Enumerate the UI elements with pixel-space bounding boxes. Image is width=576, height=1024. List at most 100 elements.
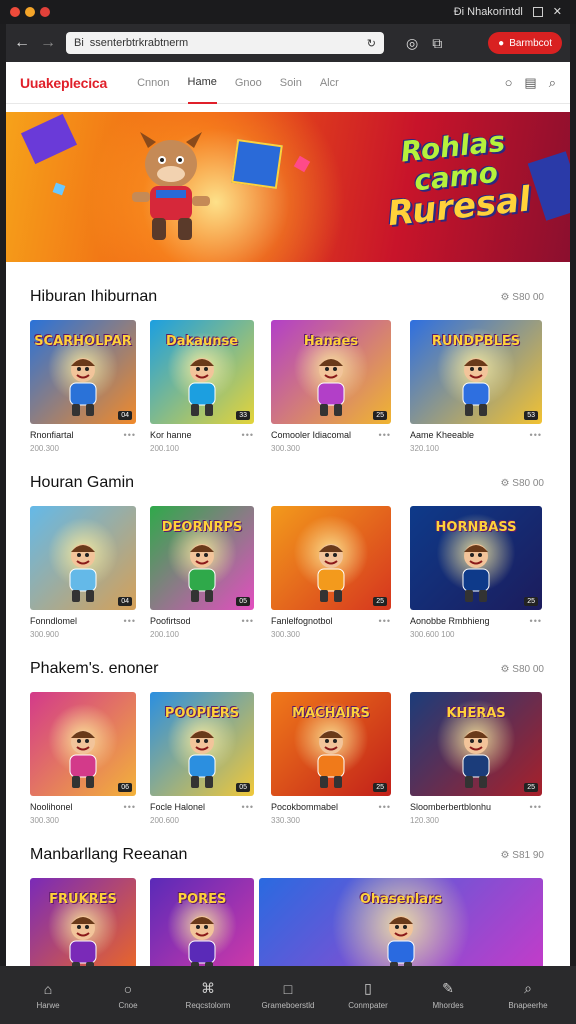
- game-name[interactable]: Focle Halonel: [150, 802, 205, 812]
- more-options-icon[interactable]: •••: [530, 802, 542, 812]
- zoom-window-button[interactable]: [40, 7, 50, 17]
- tile-badge: 06: [118, 783, 132, 792]
- user-icon: ●: [498, 37, 505, 49]
- game-tile[interactable]: RUNDPBLES 53: [410, 320, 542, 424]
- tab-label: Grameboerstld: [261, 1000, 315, 1010]
- nav-link-3[interactable]: Soin: [280, 62, 302, 104]
- reload-icon[interactable]: ↻: [367, 37, 376, 50]
- tile-caption: Aame Kheeable •••: [410, 430, 542, 440]
- tile-art-title: HORNBASS: [435, 520, 517, 535]
- forward-icon[interactable]: →: [40, 34, 56, 52]
- more-options-icon[interactable]: •••: [530, 616, 542, 626]
- section-more-link[interactable]: ⚙ S80 00: [501, 292, 544, 303]
- more-options-icon[interactable]: •••: [379, 802, 391, 812]
- game-name[interactable]: Rnonfiartal: [30, 430, 74, 440]
- nav-link-home[interactable]: Hame: [187, 62, 217, 104]
- section-more-link[interactable]: ⚙ S80 00: [501, 478, 544, 489]
- section-header: Manbarllang Reeanan ⚙ S81 90: [30, 846, 544, 864]
- game-tile[interactable]: Ohasenlars: [259, 878, 543, 966]
- section-title: Hiburan Ihiburnan: [30, 288, 158, 305]
- game-meta: 200.100: [150, 630, 179, 639]
- section-header: Houran Gamin ⚙ S80 00: [30, 474, 544, 492]
- game-name[interactable]: Kor hanne: [150, 430, 192, 440]
- close-window-button[interactable]: [10, 7, 20, 17]
- more-options-icon[interactable]: •••: [124, 616, 136, 626]
- game-name[interactable]: Aonobbe Rmbhieng: [410, 616, 490, 626]
- game-tile[interactable]: MACHAIRS 25: [271, 692, 391, 796]
- site-logo[interactable]: Uuakeplecica: [20, 75, 107, 91]
- game-tile[interactable]: SCARHOLPAR 04: [30, 320, 136, 424]
- game-tile[interactable]: 06: [30, 692, 136, 796]
- tab-label: Reqcstolorm: [185, 1000, 231, 1010]
- tab-games[interactable]: □ Grameboerstld: [260, 966, 316, 1024]
- game-tile[interactable]: PORES: [150, 878, 254, 966]
- square-icon: □: [283, 980, 293, 997]
- more-options-icon[interactable]: •••: [242, 802, 254, 812]
- nav-link-2[interactable]: Gnoo: [235, 62, 262, 104]
- game-name[interactable]: Poofirtsod: [150, 616, 191, 626]
- tile-badge: 25: [373, 597, 387, 606]
- address-bar[interactable]: Bi ssenterbtrkrabtnerm ↻: [66, 32, 384, 54]
- tile-character: [462, 544, 490, 602]
- game-name[interactable]: Pocokbommabel: [271, 802, 338, 812]
- game-tile[interactable]: 04: [30, 506, 136, 610]
- back-icon[interactable]: ←: [14, 34, 30, 52]
- game-tile[interactable]: 25: [271, 506, 391, 610]
- tabs-icon[interactable]: ⧉: [432, 35, 442, 52]
- game-name[interactable]: Comooler Idiacomal: [271, 430, 351, 440]
- more-options-icon[interactable]: •••: [379, 430, 391, 440]
- restore-icon[interactable]: [532, 6, 543, 17]
- game-tile[interactable]: Hanaes 25: [271, 320, 391, 424]
- account-label: Barmbcot: [509, 37, 552, 49]
- account-button[interactable]: ● Barmbcot: [488, 32, 562, 54]
- game-tile[interactable]: HORNBASS 25: [410, 506, 542, 610]
- game-meta: 120.300: [410, 816, 439, 825]
- tile-badge: 04: [118, 597, 132, 606]
- game-tile[interactable]: KHERAS 25: [410, 692, 542, 796]
- nav-link-0[interactable]: Cnnon: [137, 62, 169, 104]
- more-options-icon[interactable]: •••: [530, 430, 542, 440]
- tile-badge: 25: [524, 597, 538, 606]
- more-options-icon[interactable]: •••: [379, 616, 391, 626]
- game-meta: 200.600: [150, 816, 179, 825]
- banner-box-blue: [231, 139, 283, 189]
- minimize-window-button[interactable]: [25, 7, 35, 17]
- game-tile[interactable]: DEORNRPS 05: [150, 506, 254, 610]
- game-tile[interactable]: Dakaunse 33: [150, 320, 254, 424]
- gamepad-icon: ⌘: [201, 980, 215, 996]
- more-options-icon[interactable]: •••: [242, 616, 254, 626]
- search-icon[interactable]: ○: [505, 75, 513, 91]
- browser-toolbar: ← → Bi ssenterbtrkrabtnerm ↻ ◎ ⧉ ● Barmb…: [6, 24, 570, 62]
- game-name[interactable]: Fanlelfognotbol: [271, 616, 333, 626]
- shield-icon[interactable]: ◎: [406, 35, 418, 52]
- game-tile[interactable]: POOPIERS 05: [150, 692, 254, 796]
- tile-caption: Noolihonel •••: [30, 802, 136, 812]
- tile-art-title: Hanaes: [303, 334, 359, 349]
- more-options-icon[interactable]: •••: [124, 802, 136, 812]
- cart-icon[interactable]: ▤: [524, 75, 536, 91]
- game-tile[interactable]: FRUKRES: [30, 878, 136, 966]
- section-more-link[interactable]: ⚙ S81 90: [501, 850, 544, 861]
- tab-discover[interactable]: ○ Cnoe: [100, 966, 156, 1024]
- tab-search[interactable]: ⌕ Bnapeerhe: [500, 966, 556, 1024]
- game-name[interactable]: Sloomberbertblonhu: [410, 802, 491, 812]
- close-icon[interactable]: ✕: [553, 5, 562, 18]
- tab-requests[interactable]: ⌘ Reqcstolorm: [180, 966, 236, 1024]
- search-icon-2[interactable]: ⌕: [549, 75, 556, 91]
- more-options-icon[interactable]: •••: [124, 430, 136, 440]
- tab-computer[interactable]: ▯ Conmpater: [340, 966, 396, 1024]
- tab-modes[interactable]: ✎ Mhordes: [420, 966, 476, 1024]
- game-meta: 300.600 100: [410, 630, 455, 639]
- game-name[interactable]: Aame Kheeable: [410, 430, 474, 440]
- hero-banner[interactable]: Rohlas camo Ruresal: [6, 112, 570, 262]
- nav-link-4[interactable]: Alcr: [320, 62, 339, 104]
- tile-art-title: Ohasenlars: [359, 892, 443, 907]
- section-more-link[interactable]: ⚙ S80 00: [501, 664, 544, 675]
- section-more-text: S80 00: [512, 663, 544, 675]
- game-name[interactable]: Noolihonel: [30, 802, 73, 812]
- tile-character: [317, 730, 345, 788]
- search-icon: ⌕: [524, 980, 532, 996]
- tab-home[interactable]: ⌂ Harwe: [20, 966, 76, 1024]
- game-name[interactable]: Fonndlomel: [30, 616, 77, 626]
- more-options-icon[interactable]: •••: [242, 430, 254, 440]
